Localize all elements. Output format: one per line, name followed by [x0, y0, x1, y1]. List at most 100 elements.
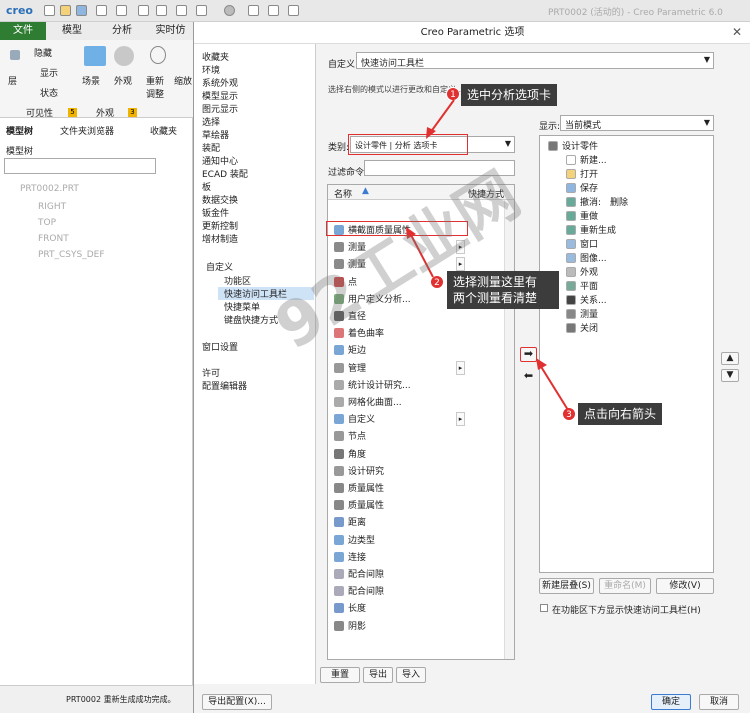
command-row[interactable]: 边类型: [328, 533, 506, 550]
command-row[interactable]: 连接: [328, 550, 506, 567]
export-config-button[interactable]: 导出配置(X)...: [202, 694, 272, 710]
qat-tree-item[interactable]: 关系...: [566, 294, 607, 308]
status-button[interactable]: 状态: [40, 86, 58, 99]
regenerate-icon[interactable]: [138, 5, 149, 16]
new-icon[interactable]: [44, 5, 55, 16]
nav-item[interactable]: 收藏夹: [202, 50, 229, 63]
tab-model-tree[interactable]: 模型树: [6, 124, 33, 137]
tab-file[interactable]: 文件: [0, 22, 46, 40]
nav-item[interactable]: ECAD 装配: [202, 167, 248, 180]
command-row[interactable]: 配合间隙: [328, 567, 506, 584]
qat-tree-item[interactable]: 删除: [610, 196, 628, 210]
nav-item-customize[interactable]: 自定义: [206, 260, 233, 273]
qat-tree-item[interactable]: 外观: [566, 266, 598, 280]
tree-item-part[interactable]: PRT0002.PRT: [20, 184, 79, 194]
rename-button[interactable]: 重命名(M): [599, 578, 651, 594]
submenu-arrow-icon[interactable]: ▸: [456, 412, 465, 427]
command-row[interactable]: 设计研究: [328, 464, 506, 481]
qat-tree-item[interactable]: 保存: [566, 182, 598, 196]
qat-tree-item[interactable]: 平面: [566, 280, 598, 294]
appearance-icon[interactable]: [224, 5, 235, 16]
import-button[interactable]: 导入: [396, 667, 426, 683]
nav-item[interactable]: 钣金件: [202, 206, 229, 219]
modify-button[interactable]: 修改(V): [656, 578, 714, 594]
move-up-button[interactable]: ▲: [721, 352, 739, 365]
command-row[interactable]: 节点: [328, 429, 506, 446]
nav-item[interactable]: 模型显示: [202, 89, 238, 102]
qat-tree-item[interactable]: 打开: [566, 168, 598, 182]
show-below-checkbox[interactable]: [540, 604, 548, 612]
scene-button[interactable]: 场景: [82, 74, 100, 87]
select-icon[interactable]: [196, 5, 207, 16]
nav-item-config-editor[interactable]: 配置编辑器: [202, 379, 247, 392]
tab-model[interactable]: 模型: [50, 22, 94, 40]
plane-icon[interactable]: [248, 5, 259, 16]
windows-icon[interactable]: [156, 5, 167, 16]
qat-tree-item[interactable]: 重做: [566, 210, 598, 224]
qat-tree-item[interactable]: 图像...: [566, 252, 607, 266]
tree-item-csys[interactable]: PRT_CSYS_DEF: [38, 250, 105, 260]
nav-item[interactable]: 通知中心: [202, 154, 238, 167]
undo-icon[interactable]: [96, 5, 107, 16]
command-row[interactable]: 统计设计研究...: [328, 378, 506, 395]
col-name[interactable]: 名称: [334, 187, 352, 200]
tab-live-sim[interactable]: 实时仿: [148, 22, 193, 40]
redo-icon[interactable]: [116, 5, 127, 16]
appearance-button[interactable]: 外观: [114, 74, 132, 87]
show-button[interactable]: 显示: [40, 66, 58, 79]
new-group-button[interactable]: 新建层叠(S): [539, 578, 594, 594]
nav-item[interactable]: 板: [202, 180, 211, 193]
qat-tree-item[interactable]: 关闭: [566, 322, 598, 336]
layer-button[interactable]: 层: [8, 74, 17, 87]
command-row[interactable]: 质量属性: [328, 481, 506, 498]
customize-select[interactable]: 快速访问工具栏 ▼: [356, 52, 714, 69]
relations-icon[interactable]: [268, 5, 279, 16]
qat-tree-item[interactable]: 新建...: [566, 154, 607, 168]
command-row[interactable]: 阴影: [328, 619, 506, 636]
tree-item-top[interactable]: TOP: [38, 218, 56, 228]
close-icon[interactable]: ✕: [732, 25, 742, 39]
nav-item-license[interactable]: 许可: [202, 366, 220, 379]
qat-tree-item[interactable]: 窗口: [566, 238, 598, 252]
nav-item[interactable]: 环境: [202, 63, 220, 76]
tab-analysis[interactable]: 分析: [100, 22, 144, 40]
nav-item[interactable]: 系统外观: [202, 76, 238, 89]
nav-item[interactable]: 草绘器: [202, 128, 229, 141]
tab-folder-browser[interactable]: 文件夹浏览器: [60, 124, 114, 137]
nav-item[interactable]: 选择: [202, 115, 220, 128]
command-row[interactable]: 角度: [328, 447, 506, 464]
qat-tree-item[interactable]: 测量: [566, 308, 598, 322]
hide-button[interactable]: 隐藏: [34, 46, 52, 59]
measure-icon[interactable]: [288, 5, 299, 16]
tab-favorites[interactable]: 收藏夹: [150, 124, 177, 137]
command-row[interactable]: 自定义 ▸: [328, 412, 506, 429]
nav-sub-ribbon[interactable]: 功能区: [224, 274, 251, 287]
nav-item[interactable]: 数据交换: [202, 193, 238, 206]
qat-tree-item[interactable]: 撤消:: [566, 196, 601, 210]
nav-item-window-settings[interactable]: 窗口设置: [202, 340, 238, 353]
display-select[interactable]: 当前模式 ▼: [560, 115, 714, 131]
command-row[interactable]: 质量属性: [328, 498, 506, 515]
tree-item-front[interactable]: FRONT: [38, 234, 69, 244]
nav-item[interactable]: 图元显示: [202, 102, 238, 115]
close-window-icon[interactable]: [176, 5, 187, 16]
nav-item[interactable]: 装配: [202, 141, 220, 154]
reset-button[interactable]: 重置: [320, 667, 360, 683]
regen-button[interactable]: 重新调整: [146, 74, 170, 100]
nav-item[interactable]: 更新控制: [202, 219, 238, 232]
command-row[interactable]: 网格化曲面...: [328, 395, 506, 412]
cancel-button[interactable]: 取消: [699, 694, 739, 710]
qat-tree-item[interactable]: 重新生成: [566, 224, 616, 238]
save-icon[interactable]: [76, 5, 87, 16]
tree-search-input[interactable]: [4, 158, 156, 174]
zoom-button[interactable]: 缩放: [174, 74, 192, 87]
tree-item-right[interactable]: RIGHT: [38, 202, 66, 212]
command-row[interactable]: 长度: [328, 601, 506, 618]
list-scrollbar[interactable]: [504, 200, 514, 659]
command-row[interactable]: 矩边: [328, 343, 506, 360]
nav-sub-shortcut-menu[interactable]: 快捷菜单: [224, 300, 260, 313]
submenu-arrow-icon[interactable]: ▸: [456, 360, 465, 375]
open-icon[interactable]: [60, 5, 71, 16]
nav-item[interactable]: 增材制造: [202, 232, 238, 245]
qat-tree-root[interactable]: 设计零件: [548, 140, 598, 154]
